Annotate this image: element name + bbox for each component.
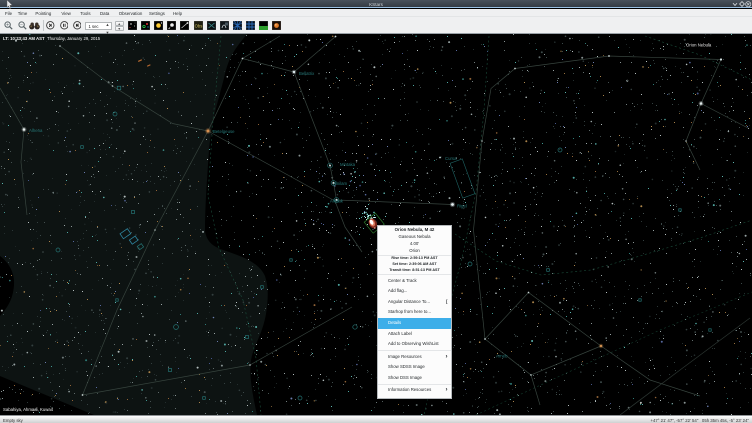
svg-text:Obs: Obs bbox=[194, 23, 202, 28]
svg-text:Bellatrix: Bellatrix bbox=[299, 71, 315, 76]
svg-text:Arneb: Arneb bbox=[496, 354, 508, 359]
svg-text:Cursa: Cursa bbox=[445, 156, 457, 161]
svg-text:Betelgeuse: Betelgeuse bbox=[213, 129, 235, 134]
svg-text:Rigel: Rigel bbox=[457, 204, 467, 209]
svg-text:Orion Nebula: Orion Nebula bbox=[686, 43, 712, 48]
svg-text:Alnitak: Alnitak bbox=[330, 199, 344, 204]
svg-text:+: + bbox=[6, 22, 9, 28]
svg-text:−: − bbox=[20, 22, 23, 28]
svg-text:Mintaka: Mintaka bbox=[340, 162, 356, 167]
svg-text:Alhena: Alhena bbox=[29, 128, 43, 133]
svg-text:Alnilam: Alnilam bbox=[333, 181, 348, 186]
